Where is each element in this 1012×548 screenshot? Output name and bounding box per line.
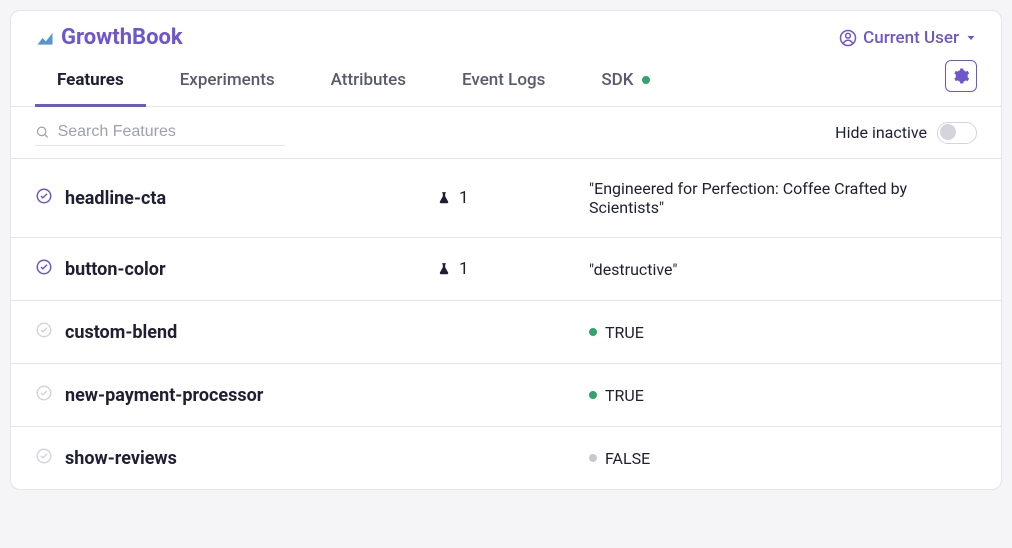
status-inactive-icon xyxy=(35,384,53,406)
feature-value-text: "Engineered for Perfection: Coffee Craft… xyxy=(589,179,977,217)
tab-features[interactable]: Features xyxy=(35,56,146,107)
feature-row[interactable]: new-payment-processor TRUE xyxy=(11,363,1001,426)
settings-button[interactable] xyxy=(945,60,977,92)
tab-label: SDK xyxy=(601,70,633,90)
feature-name: custom-blend xyxy=(65,322,425,343)
feature-row[interactable]: show-reviews FALSE xyxy=(11,426,1001,489)
tab-label: Features xyxy=(57,70,124,90)
feature-list: headline-cta 1 "Engineered for Perfection:… xyxy=(11,158,1001,489)
feature-value: TRUE xyxy=(589,323,977,342)
app-window: GrowthBook Current User Features Experim… xyxy=(10,10,1002,490)
flask-icon xyxy=(437,190,451,206)
feature-value-text: TRUE xyxy=(605,386,644,405)
logo-text: GrowthBook xyxy=(61,25,183,50)
feature-value-text: FALSE xyxy=(605,449,650,468)
status-dot-icon xyxy=(642,76,650,84)
feature-name: headline-cta xyxy=(65,188,425,209)
user-menu[interactable]: Current User xyxy=(839,28,977,48)
feature-value: "destructive" xyxy=(589,260,977,279)
feature-name: button-color xyxy=(65,259,425,280)
header: GrowthBook Current User xyxy=(11,11,1001,56)
experiment-count-value: 1 xyxy=(459,188,469,208)
feature-name: show-reviews xyxy=(65,448,425,469)
user-label: Current User xyxy=(863,28,959,48)
search-wrap xyxy=(35,119,285,146)
hide-inactive-control: Hide inactive xyxy=(835,122,977,144)
chevron-down-icon xyxy=(965,32,977,44)
search-icon xyxy=(35,124,50,140)
feature-row[interactable]: headline-cta 1 "Engineered for Perfection:… xyxy=(11,158,1001,237)
feature-value-text: "destructive" xyxy=(589,260,678,279)
feature-value-text: TRUE xyxy=(605,323,644,342)
status-active-icon xyxy=(35,187,53,209)
search-input[interactable] xyxy=(58,123,285,141)
bool-dot-icon xyxy=(589,391,597,399)
tab-sdk[interactable]: SDK xyxy=(579,56,671,107)
experiment-count: 1 xyxy=(437,259,577,279)
tab-event-logs[interactable]: Event Logs xyxy=(440,56,567,107)
hide-inactive-toggle[interactable] xyxy=(937,122,977,144)
bool-dot-icon xyxy=(589,454,597,462)
feature-value: "Engineered for Perfection: Coffee Craft… xyxy=(589,179,977,217)
feature-row[interactable]: button-color 1 "destructive" xyxy=(11,237,1001,300)
feature-name: new-payment-processor xyxy=(65,385,425,406)
tab-label: Attributes xyxy=(331,70,406,90)
tab-label: Event Logs xyxy=(462,70,545,90)
status-inactive-icon xyxy=(35,447,53,469)
feature-value: TRUE xyxy=(589,386,977,405)
feature-row[interactable]: custom-blend TRUE xyxy=(11,300,1001,363)
experiment-count-value: 1 xyxy=(459,259,469,279)
user-icon xyxy=(839,29,857,47)
flask-icon xyxy=(437,261,451,277)
gear-icon xyxy=(952,67,970,85)
status-active-icon xyxy=(35,258,53,280)
status-inactive-icon xyxy=(35,321,53,343)
experiment-count: 1 xyxy=(437,188,577,208)
growthbook-logo-icon xyxy=(35,28,55,48)
filter-bar: Hide inactive xyxy=(11,107,1001,158)
tab-bar: Features Experiments Attributes Event Lo… xyxy=(11,56,1001,107)
bool-dot-icon xyxy=(589,328,597,336)
tab-experiments[interactable]: Experiments xyxy=(158,56,297,107)
tab-attributes[interactable]: Attributes xyxy=(309,56,428,107)
tab-label: Experiments xyxy=(180,70,275,90)
hide-inactive-label: Hide inactive xyxy=(835,123,927,142)
toggle-knob xyxy=(940,124,956,140)
logo[interactable]: GrowthBook xyxy=(35,25,183,50)
feature-value: FALSE xyxy=(589,449,977,468)
